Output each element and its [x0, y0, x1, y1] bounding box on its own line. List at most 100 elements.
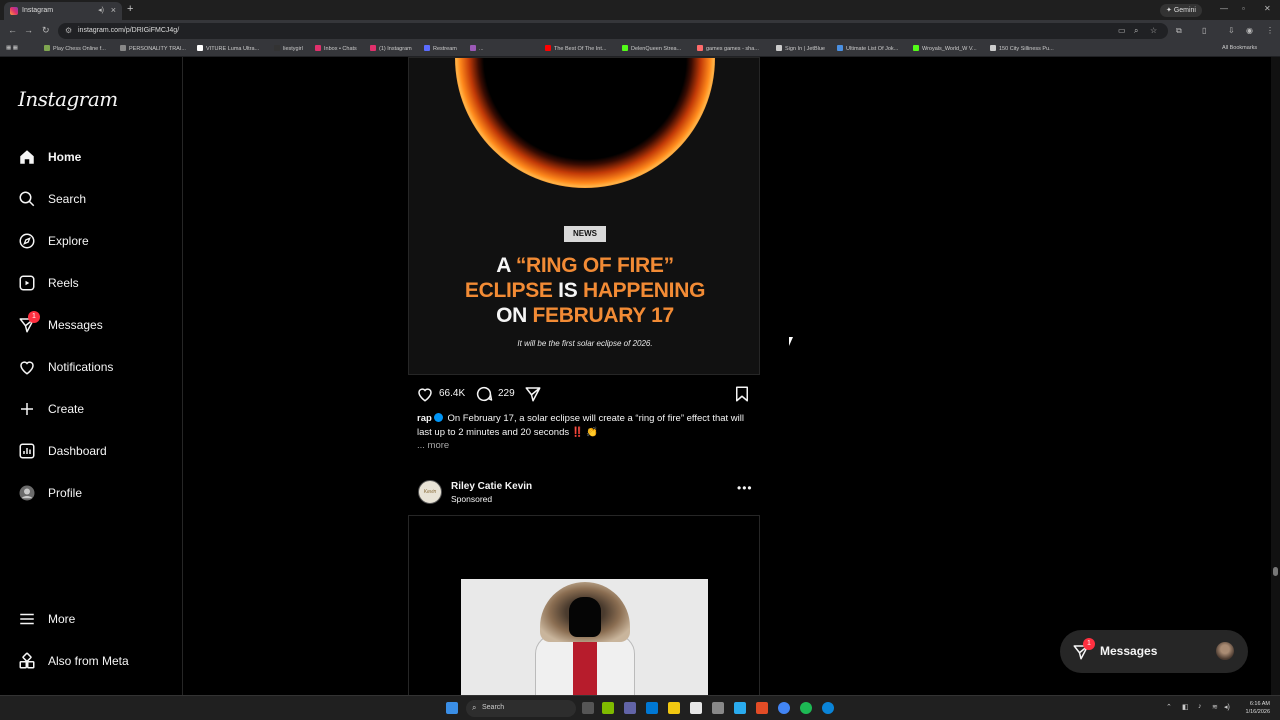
forward-icon[interactable]: →: [24, 25, 33, 35]
edge-icon[interactable]: [822, 702, 834, 714]
chrome-icon[interactable]: [778, 702, 790, 714]
maximize-icon[interactable]: ▫: [1242, 4, 1245, 13]
speaker-icon[interactable]: ◂): [98, 6, 104, 14]
address-bar[interactable]: ⚙ instagram.com/p/DRIGiFMCJ4g/: [58, 23, 1168, 39]
extensions-icon[interactable]: ⧉: [1176, 26, 1182, 36]
site-info-icon[interactable]: ⚙: [65, 26, 72, 35]
store-icon[interactable]: [690, 702, 702, 714]
bookmark-item[interactable]: Play Chess Online f...: [44, 45, 106, 52]
sidebar-item-also-from-meta[interactable]: Also from Meta: [0, 644, 183, 680]
system-clock[interactable]: 6:16 AM 1/16/2026: [1238, 700, 1270, 716]
sidebar-item-search[interactable]: Search: [0, 182, 183, 218]
bookmark-item[interactable]: ...: [470, 45, 484, 52]
instagram-logo[interactable]: Instagram: [18, 87, 118, 111]
sidebar-item-more[interactable]: More: [0, 602, 183, 638]
comment-count[interactable]: 229: [498, 388, 515, 399]
close-tab-icon[interactable]: ×: [111, 5, 116, 15]
messages-badge: 1: [1083, 638, 1095, 650]
app-icon[interactable]: [756, 702, 768, 714]
bookmark-item[interactable]: games games - sha...: [697, 45, 759, 52]
menu-icon: [20, 613, 34, 625]
gemini-button[interactable]: ✦ Gemini: [1160, 4, 1202, 17]
sidebar: Instagram Home Search Explore Reels Messages…: [0, 57, 183, 695]
wifi-icon[interactable]: ≋: [1212, 703, 1218, 711]
sidebar-item-messages[interactable]: Messages 1: [0, 308, 183, 344]
share-icon[interactable]: [524, 385, 542, 403]
start-icon[interactable]: [446, 702, 458, 714]
app-icon[interactable]: [624, 702, 636, 714]
like-heart-icon[interactable]: [416, 385, 434, 403]
messages-pill[interactable]: 1 Messages: [1060, 630, 1248, 673]
apps-icon[interactable]: ▦ ▦: [6, 45, 18, 51]
bookmark-label: Inbox • Chats: [324, 46, 357, 52]
bookmark-item[interactable]: liestygirl: [274, 45, 303, 52]
bookmark-item[interactable]: Inbox • Chats: [315, 45, 357, 52]
sidebar-item-dashboard[interactable]: Dashboard: [0, 434, 183, 470]
sidebar-item-label: Messages: [48, 318, 103, 332]
post-author-avatar[interactable]: Kevin: [418, 480, 442, 504]
post-author-name[interactable]: Riley Catie Kevin: [451, 481, 532, 492]
sidebar-item-reels[interactable]: Reels: [0, 266, 183, 302]
bookmark-item[interactable]: 150 City Silliness Pu...: [990, 45, 1054, 52]
bookmark-item[interactable]: Restream: [424, 45, 457, 52]
news-tag: NEWS: [564, 226, 606, 242]
bookmark-item[interactable]: Sign In | JetBlue: [776, 45, 825, 52]
scrollbar-thumb[interactable]: [1273, 567, 1278, 576]
tray-chevron-icon[interactable]: ⌃: [1166, 703, 1172, 711]
sidebar-item-create[interactable]: Create: [0, 392, 183, 428]
settings-icon[interactable]: [712, 702, 724, 714]
sidebar-item-profile[interactable]: Profile: [0, 476, 183, 512]
like-count[interactable]: 66.4K: [439, 388, 465, 399]
browser-tab[interactable]: Instagram ◂) ×: [4, 2, 122, 20]
caption-text: On February 17, a solar eclipse will cre…: [417, 413, 744, 438]
back-icon[interactable]: ←: [8, 25, 17, 35]
spotify-icon[interactable]: [800, 702, 812, 714]
browser-tab-bar: Instagram ◂) × + ✦ Gemini — ▫ ✕: [0, 0, 1280, 20]
new-tab-icon[interactable]: +: [127, 3, 133, 15]
bookmark-item[interactable]: (1) Instagram: [370, 45, 412, 52]
url-text: instagram.com/p/DRIGiFMCJ4g/: [78, 27, 180, 34]
downloads-icon[interactable]: ⇩: [1228, 26, 1235, 35]
more-link[interactable]: ... more: [417, 440, 449, 451]
task-view-icon[interactable]: [582, 702, 594, 714]
post-username[interactable]: rap: [417, 413, 432, 424]
bookmark-label: DelenQueen Strea...: [631, 46, 682, 52]
app-icon[interactable]: [646, 702, 658, 714]
bookmark-item[interactable]: The Best Of The Int...: [545, 45, 606, 52]
tray-app-icon[interactable]: ◧: [1182, 703, 1189, 711]
scrollbar[interactable]: [1271, 57, 1280, 695]
bookmark-icon[interactable]: [733, 385, 751, 403]
cast-icon[interactable]: ▭: [1118, 26, 1126, 35]
file-explorer-icon[interactable]: [668, 702, 680, 714]
post-image[interactable]: NEWS A “RING OF FIRE” ECLIPSE IS HAPPENI…: [408, 57, 760, 375]
minimize-icon[interactable]: —: [1220, 4, 1228, 13]
app-icon[interactable]: [602, 702, 614, 714]
reload-icon[interactable]: ↻: [42, 25, 50, 36]
bookmark-favicon-icon: [776, 45, 782, 51]
all-bookmarks[interactable]: All Bookmarks: [1222, 45, 1257, 51]
menu-dots-icon[interactable]: ⋮: [1266, 26, 1274, 35]
more-options-icon[interactable]: •••: [737, 481, 753, 495]
sidebar-item-home[interactable]: Home: [0, 140, 183, 176]
profile-icon[interactable]: ◉: [1246, 26, 1253, 35]
sidepanel-icon[interactable]: ▯: [1202, 26, 1206, 35]
comment-icon[interactable]: [475, 385, 493, 403]
bookmark-item[interactable]: Wroyals_World_W V...: [913, 45, 977, 52]
bookmark-item[interactable]: PERSONALITY TRAI...: [120, 45, 186, 52]
bookmark-item[interactable]: Ultimate List Of Jok...: [837, 45, 898, 52]
mic-icon[interactable]: ♪: [1198, 703, 1202, 710]
bookmark-item[interactable]: VITURE Luma Ultra...: [197, 45, 259, 52]
bookmark-favicon-icon: [424, 45, 430, 51]
sidebar-item-notifications[interactable]: Notifications: [0, 350, 183, 386]
close-window-icon[interactable]: ✕: [1264, 4, 1271, 13]
headline-line-1: A “RING OF FIRE”: [409, 254, 759, 278]
telegram-icon[interactable]: [734, 702, 746, 714]
volume-icon[interactable]: ◂): [1224, 703, 1230, 711]
taskbar-search[interactable]: ⌕ Search: [466, 700, 576, 717]
bookmark-item[interactable]: DelenQueen Strea...: [622, 45, 681, 52]
sponsored-post-image[interactable]: [408, 515, 760, 695]
bookmark-favicon-icon: [197, 45, 203, 51]
zoom-icon[interactable]: ⌕: [1134, 26, 1138, 36]
star-icon[interactable]: ☆: [1150, 26, 1157, 35]
sidebar-item-explore[interactable]: Explore: [0, 224, 183, 260]
